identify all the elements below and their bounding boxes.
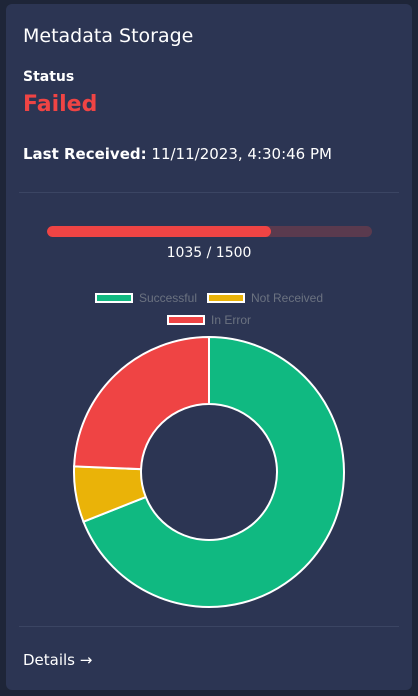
status-value: Failed	[23, 92, 98, 117]
divider-bottom	[19, 626, 399, 627]
legend-item-successful[interactable]: Successful	[94, 291, 197, 305]
last-received-label: Last Received:	[23, 145, 147, 163]
progress-text: 1035 / 1500	[166, 245, 252, 261]
legend-row-1: Successful Not Received	[6, 290, 412, 306]
legend-label-in-error: In Error	[210, 313, 251, 327]
details-link[interactable]: Details →	[23, 650, 92, 670]
legend-item-in-error[interactable]: In Error	[166, 313, 251, 327]
legend-swatch-not-received	[206, 293, 245, 303]
status-label: Status	[23, 69, 75, 85]
chart-legend: Successful Not Received In Error	[6, 290, 412, 334]
legend-row-2: In Error	[6, 312, 412, 328]
legend-label-successful: Successful	[138, 291, 197, 305]
progress-bar-fill	[47, 226, 272, 237]
metadata-storage-card: Metadata Storage Status Failed Last Rece…	[6, 4, 412, 690]
progress-bar	[47, 226, 372, 237]
last-received: Last Received: 11/11/2023, 4:30:46 PM	[23, 143, 332, 165]
last-received-value: 11/11/2023, 4:30:46 PM	[151, 145, 332, 163]
legend-item-not-received[interactable]: Not Received	[206, 291, 324, 305]
divider-top	[19, 192, 399, 193]
legend-swatch-in-error	[166, 315, 205, 325]
donut-chart	[73, 335, 345, 608]
legend-swatch-successful	[94, 293, 133, 303]
legend-label-not-received: Not Received	[250, 291, 324, 305]
donut-slice-in-error[interactable]	[73, 335, 210, 471]
card-title: Metadata Storage	[23, 25, 194, 47]
